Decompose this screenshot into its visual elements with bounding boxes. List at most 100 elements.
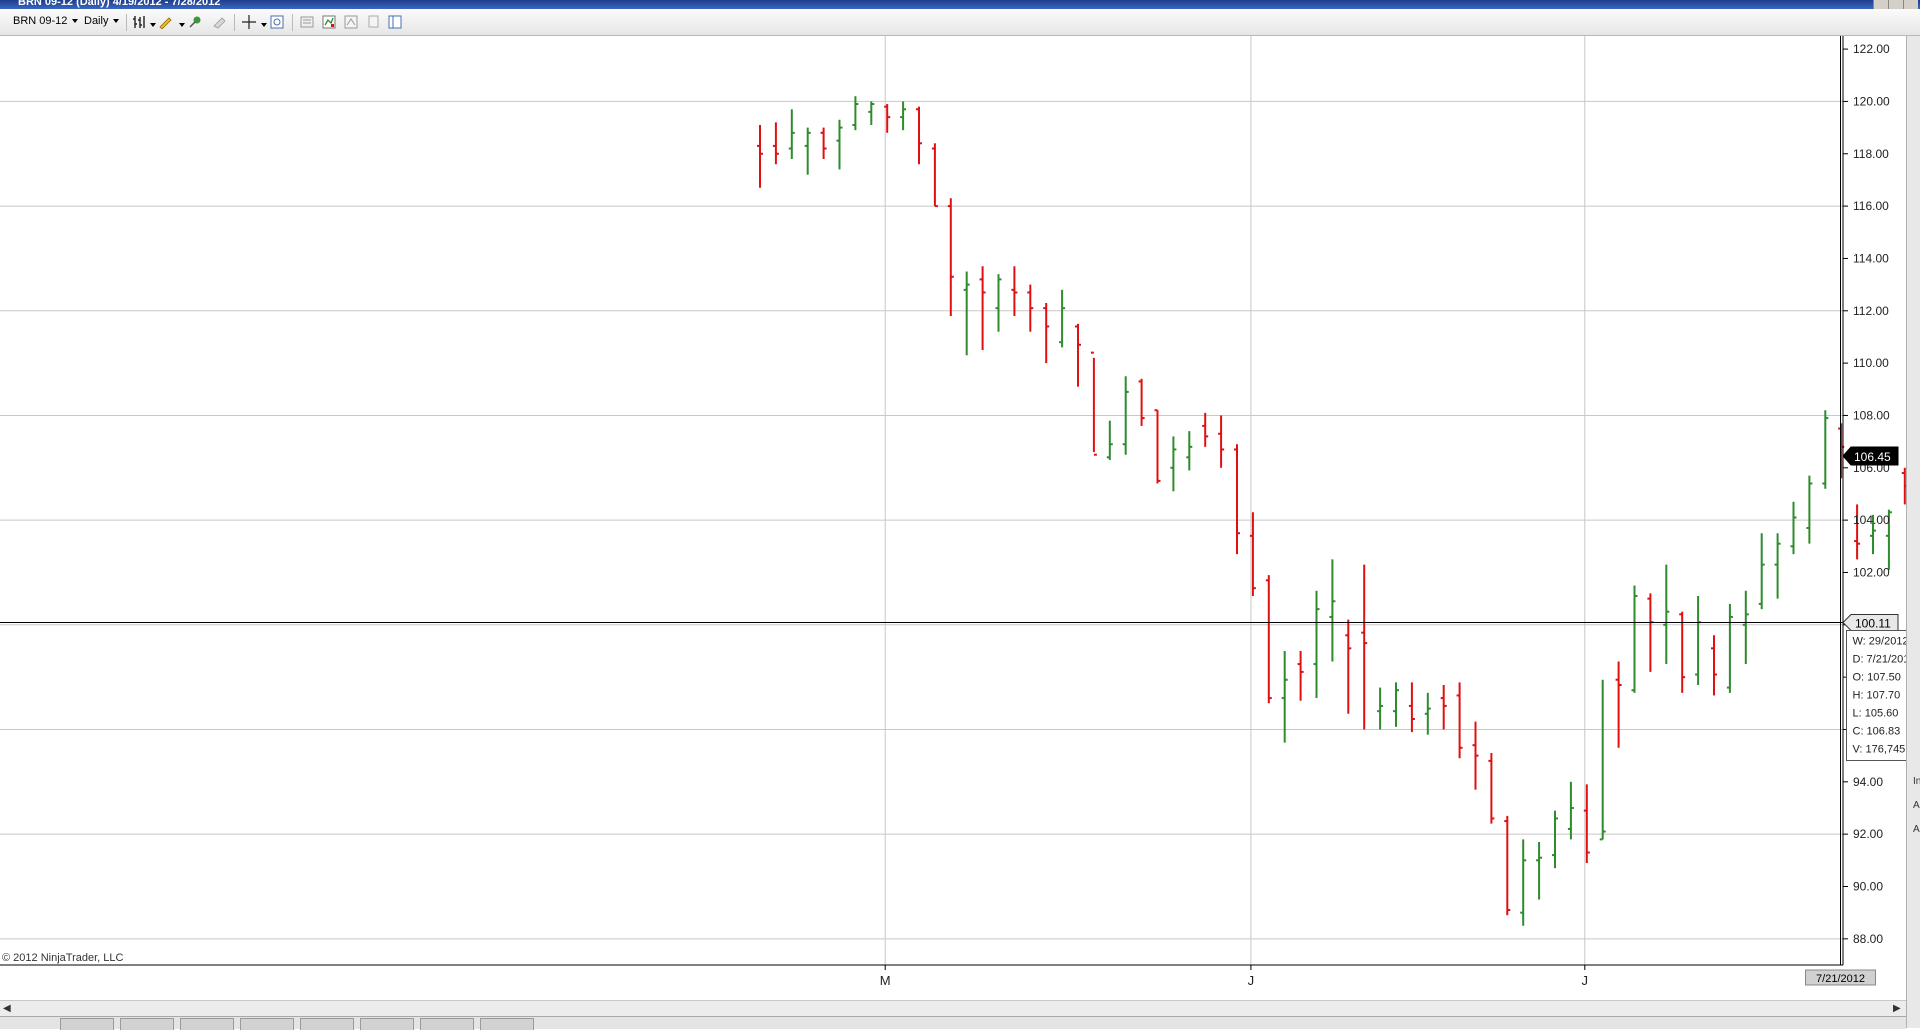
ohlc-bar[interactable] xyxy=(1631,585,1638,693)
ohlc-bar[interactable] xyxy=(772,122,779,165)
window-title-bar[interactable]: BRN 09-12 (Daily) 4/19/2012 - 7/28/2012 xyxy=(0,0,1920,9)
ohlc-bar[interactable] xyxy=(1075,323,1081,387)
ohlc-bar[interactable] xyxy=(1297,650,1304,701)
ohlc-bar[interactable] xyxy=(757,124,763,188)
data-box-week: W: 29/2012 xyxy=(1853,636,1907,648)
ohlc-bar[interactable] xyxy=(1377,687,1384,730)
side-panel-edge[interactable]: In A A xyxy=(1906,36,1920,1028)
ohlc-bar[interactable] xyxy=(1647,593,1654,672)
chart-tab[interactable] xyxy=(180,1018,234,1030)
ohlc-bar[interactable] xyxy=(1059,289,1066,348)
cursor-date-label: 7/21/2012 xyxy=(1816,973,1865,985)
ohlc-bar[interactable] xyxy=(1281,650,1288,743)
maximize-button[interactable] xyxy=(1888,0,1903,9)
ohlc-bar[interactable] xyxy=(1329,559,1336,662)
ohlc-bar[interactable] xyxy=(1011,266,1018,317)
ohlc-bar[interactable] xyxy=(1758,533,1765,610)
ohlc-bar[interactable] xyxy=(1138,378,1145,426)
scroll-left-icon[interactable]: ◀ xyxy=(3,1003,11,1014)
ohlc-bar[interactable] xyxy=(1313,590,1320,699)
ohlc-bar[interactable] xyxy=(1234,444,1240,555)
ohlc-bar[interactable] xyxy=(1218,415,1225,468)
ohlc-bar[interactable] xyxy=(1345,619,1352,714)
ohlc-bar[interactable] xyxy=(1695,596,1702,685)
pin-icon[interactable] xyxy=(188,15,202,29)
ohlc-bar[interactable] xyxy=(1424,692,1431,735)
chart-tab[interactable] xyxy=(360,1018,414,1030)
price-axis: 88.0090.0092.0094.0096.0098.00100.00102.… xyxy=(1842,36,1890,965)
ohlc-bar[interactable] xyxy=(1711,635,1717,696)
horizontal-scrollbar[interactable]: ◀ ▶ xyxy=(0,1000,1906,1016)
ohlc-bar[interactable] xyxy=(1520,839,1527,926)
chart-tab[interactable] xyxy=(300,1018,354,1030)
ohlc-bar[interactable] xyxy=(1393,682,1399,727)
scroll-right-icon[interactable]: ▶ xyxy=(1893,1003,1901,1014)
panel-icon[interactable] xyxy=(388,15,402,29)
ohlc-bar[interactable] xyxy=(916,106,922,165)
ohlc-bar[interactable] xyxy=(1154,409,1161,484)
interval-selector[interactable]: Daily xyxy=(84,13,120,30)
y-tick-label: 120.00 xyxy=(1853,94,1890,108)
ohlc-bar[interactable] xyxy=(1186,431,1193,471)
ohlc-bar[interactable] xyxy=(1536,842,1543,900)
ohlc-bar[interactable] xyxy=(1265,575,1272,704)
ohlc-bar[interactable] xyxy=(788,109,795,159)
price-chart[interactable]: 88.0090.0092.0094.0096.0098.00100.00102.… xyxy=(0,36,1906,1000)
ohlc-bar[interactable] xyxy=(1202,412,1209,447)
ohlc-bar[interactable] xyxy=(1488,753,1495,824)
strategies-icon[interactable] xyxy=(344,15,358,29)
ohlc-bar[interactable] xyxy=(1090,351,1097,456)
ohlc-bar[interactable] xyxy=(1043,302,1050,364)
minimize-button[interactable] xyxy=(1873,0,1888,9)
ohlc-bar[interactable] xyxy=(1806,475,1813,544)
ohlc-bar[interactable] xyxy=(1456,682,1463,759)
ohlc-bar[interactable] xyxy=(1106,420,1113,460)
ohlc-bar[interactable] xyxy=(1552,810,1558,869)
ohlc-bar[interactable] xyxy=(1726,603,1733,693)
close-button[interactable] xyxy=(1903,0,1918,9)
chart-properties-icon[interactable] xyxy=(300,15,314,29)
ohlc-bar[interactable] xyxy=(1790,501,1797,555)
ohlc-bar[interactable] xyxy=(1504,815,1511,916)
ohlc-bar[interactable] xyxy=(1599,679,1606,841)
indicators-icon[interactable] xyxy=(322,15,336,29)
ohlc-bar[interactable] xyxy=(979,266,986,351)
ohlc-bar[interactable] xyxy=(1774,533,1781,599)
chevron-down-icon[interactable] xyxy=(150,23,156,27)
ohlc-bar[interactable] xyxy=(1361,564,1368,730)
chart-tab[interactable] xyxy=(480,1018,534,1030)
ohlc-bar[interactable] xyxy=(1472,721,1479,790)
chart-tab[interactable] xyxy=(60,1018,114,1030)
ohlc-bar[interactable] xyxy=(900,101,907,131)
ohlc-bar[interactable] xyxy=(1170,436,1177,492)
ohlc-bar[interactable] xyxy=(947,198,954,317)
ohlc-bar[interactable] xyxy=(1440,684,1447,730)
ohlc-bar[interactable] xyxy=(804,127,811,175)
ohlc-bar[interactable] xyxy=(995,274,1002,332)
chart-tab[interactable] xyxy=(120,1018,174,1030)
crosshair-icon[interactable] xyxy=(242,15,256,29)
chevron-down-icon[interactable] xyxy=(179,23,185,27)
ohlc-bar[interactable] xyxy=(868,101,875,125)
drawing-tools-icon[interactable] xyxy=(158,15,172,29)
ohlc-bar[interactable] xyxy=(820,127,827,159)
ohlc-bar[interactable] xyxy=(963,271,970,356)
ohlc-bar[interactable] xyxy=(931,143,938,208)
ohlc-bar[interactable] xyxy=(1027,284,1034,332)
ohlc-bar[interactable] xyxy=(1663,564,1670,665)
bar-style-icon[interactable] xyxy=(132,15,146,29)
ohlc-bar[interactable] xyxy=(1615,661,1622,748)
chart-tab[interactable] xyxy=(240,1018,294,1030)
chart-tab[interactable] xyxy=(420,1018,474,1030)
ohlc-bar[interactable] xyxy=(1679,611,1686,693)
chevron-down-icon[interactable] xyxy=(261,23,267,27)
copy-icon[interactable] xyxy=(366,15,380,29)
ohlc-bar[interactable] xyxy=(836,119,843,170)
ohlc-bar[interactable] xyxy=(1822,410,1829,489)
eraser-icon[interactable] xyxy=(212,15,226,29)
data-box-icon[interactable] xyxy=(270,15,284,29)
ohlc-bar[interactable] xyxy=(1742,590,1749,665)
ohlc-bar[interactable] xyxy=(1567,781,1574,840)
ohlc-bar[interactable] xyxy=(1408,682,1415,733)
instrument-selector[interactable]: BRN 09-12 xyxy=(13,13,79,30)
